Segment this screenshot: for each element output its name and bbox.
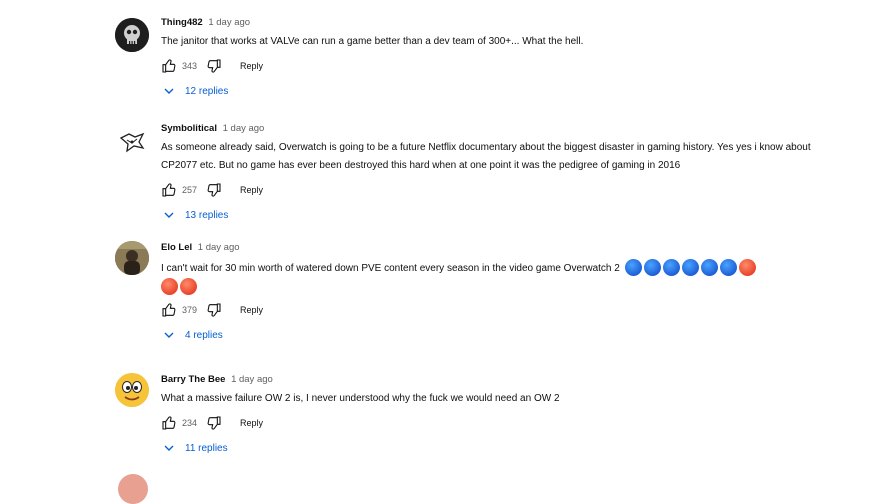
chevron-down-icon: [163, 85, 175, 97]
view-replies-button[interactable]: 4 replies: [163, 329, 832, 341]
red-face-emoji-icon: [180, 278, 197, 296]
comment-text-content: I can't wait for 30 min worth of watered…: [161, 263, 620, 275]
emoji-row: [161, 278, 832, 297]
comment-meta: Barry The Bee 1 day ago: [161, 373, 832, 386]
blue-face-emoji-icon: [624, 259, 642, 276]
comment-text: What a massive failure OW 2 is, I never …: [161, 393, 560, 404]
comment-time[interactable]: 1 day ago: [231, 374, 273, 385]
comment-meta: Symbolitical 1 day ago: [161, 122, 832, 135]
sketch-avatar-icon: [119, 132, 145, 153]
avatar[interactable]: [115, 18, 149, 52]
dislike-icon[interactable]: [206, 415, 222, 431]
avatar[interactable]: [115, 241, 149, 275]
chevron-down-icon: [163, 329, 175, 341]
like-icon[interactable]: [161, 58, 177, 74]
dislike-icon[interactable]: [206, 58, 222, 74]
view-replies-button[interactable]: 13 replies: [163, 209, 832, 221]
avatar[interactable]: [115, 124, 149, 158]
comment-text: The janitor that works at VALVe can run …: [161, 36, 584, 47]
blue-face-emoji-icon: [700, 259, 718, 276]
comment-body: Thing482 1 day ago The janitor that work…: [161, 16, 832, 97]
reply-button[interactable]: Reply: [240, 61, 263, 71]
comment-actions: 379 Reply: [161, 301, 832, 319]
blue-face-emoji-icon: [662, 259, 680, 276]
comment-author[interactable]: Elo Lel: [161, 242, 192, 253]
replies-label: 11 replies: [185, 442, 228, 454]
comment-body: Elo Lel 1 day ago I can't wait for 30 mi…: [161, 241, 832, 341]
dislike-icon[interactable]: [206, 182, 222, 198]
reply-button[interactable]: Reply: [240, 305, 263, 315]
comment-text: As someone already said, Overwatch is go…: [161, 142, 811, 171]
blue-face-emoji-icon: [719, 259, 737, 276]
like-count: 234: [182, 418, 198, 428]
emoji-face-avatar-icon: [115, 373, 149, 407]
comment-meta: Elo Lel 1 day ago: [161, 241, 832, 254]
comment-meta: Thing482 1 day ago: [161, 16, 832, 29]
comment-actions: 257 Reply: [161, 181, 832, 199]
chevron-down-icon: [163, 209, 175, 221]
replies-label: 12 replies: [185, 85, 229, 97]
blue-face-emoji-icon: [681, 259, 699, 276]
like-count: 257: [182, 185, 198, 195]
reply-button[interactable]: Reply: [240, 185, 263, 195]
dislike-icon[interactable]: [206, 302, 222, 318]
comment-author[interactable]: Barry The Bee: [161, 374, 225, 385]
comment-time[interactable]: 1 day ago: [198, 242, 240, 253]
like-icon[interactable]: [161, 415, 177, 431]
comment-actions: 234 Reply: [161, 414, 832, 432]
comment-body: Symbolitical 1 day ago As someone alread…: [161, 122, 832, 221]
comment-time[interactable]: 1 day ago: [208, 17, 250, 28]
red-face-emoji-icon: [161, 278, 178, 296]
red-face-emoji-icon: [738, 259, 756, 276]
skull-avatar-icon: [115, 18, 149, 52]
like-count: 343: [182, 61, 198, 71]
replies-label: 4 replies: [185, 329, 223, 341]
reply-button[interactable]: Reply: [240, 418, 263, 428]
comment-text: I can't wait for 30 min worth of watered…: [161, 259, 832, 297]
avatar[interactable]: [115, 373, 149, 407]
comment-author[interactable]: Symbolitical: [161, 123, 217, 134]
view-replies-button[interactable]: 12 replies: [163, 85, 832, 97]
comment-time[interactable]: 1 day ago: [223, 123, 265, 134]
like-icon[interactable]: [161, 182, 177, 198]
chevron-down-icon: [163, 442, 175, 454]
photo-avatar-icon: [115, 241, 149, 275]
comment-actions: 343 Reply: [161, 57, 832, 75]
view-replies-button[interactable]: 11 replies: [163, 442, 832, 454]
comment-author[interactable]: Thing482: [161, 17, 203, 28]
comment-body: Barry The Bee 1 day ago What a massive f…: [161, 373, 832, 454]
blue-face-emoji-icon: [643, 259, 661, 276]
like-count: 379: [182, 305, 198, 316]
replies-label: 13 replies: [185, 209, 229, 221]
like-icon[interactable]: [161, 302, 177, 318]
